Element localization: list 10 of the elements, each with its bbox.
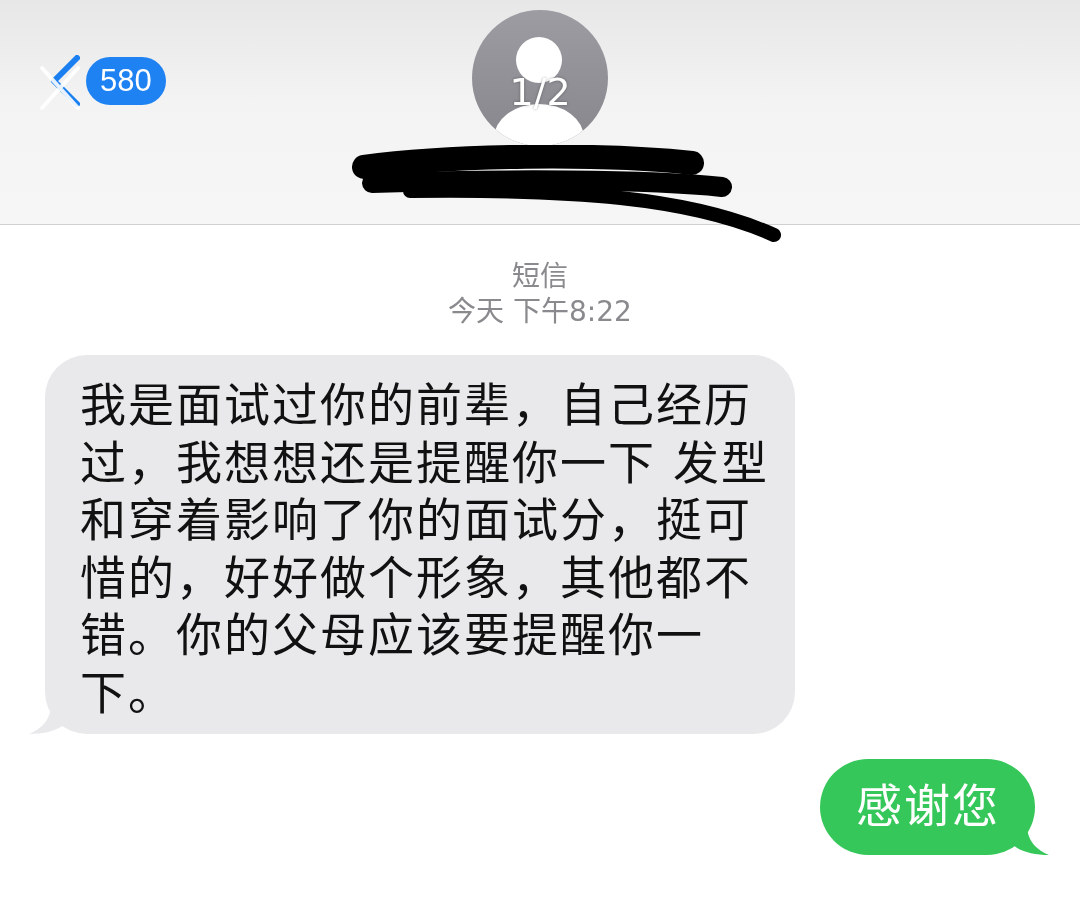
- chevron-left-icon: [50, 55, 80, 107]
- close-icon[interactable]: [38, 64, 82, 112]
- message-timestamp: 今天 下午8:22: [448, 294, 632, 330]
- unread-count-badge: 580: [86, 57, 166, 105]
- message-text: 我是面试过你的前辈，自己经历过，我想想还是提醒你一下 发型和穿着影响了你的面试分，挺可惜的，好好做个形象，其他都不错。你的父母应该要提醒你一下。: [80, 377, 770, 722]
- message-text: 感谢您: [856, 778, 1000, 835]
- back-button[interactable]: 580: [50, 55, 166, 107]
- avatar-icon[interactable]: [472, 10, 608, 146]
- service-label: 短信: [512, 260, 568, 294]
- page-counter: 1/2: [508, 69, 572, 116]
